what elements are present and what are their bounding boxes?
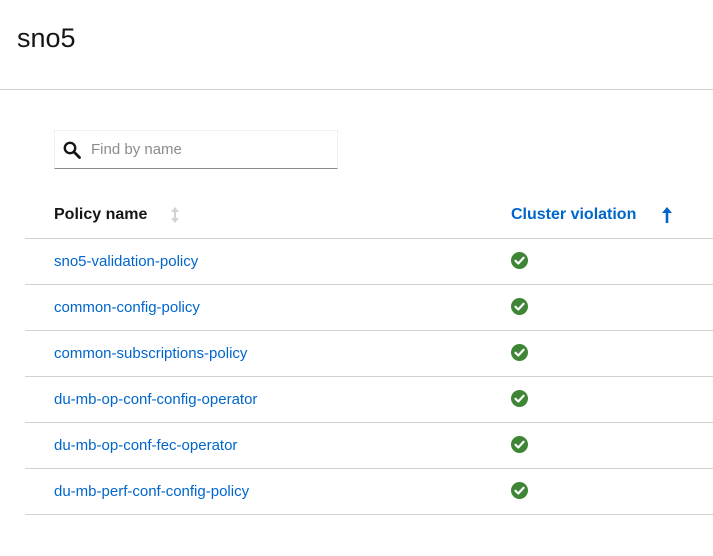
policy-link[interactable]: du-mb-op-conf-fec-operator xyxy=(54,436,237,456)
arrow-up-icon[interactable] xyxy=(661,206,673,224)
search-icon xyxy=(63,141,81,159)
policy-table: Policy name Cluster violation sno5-valid… xyxy=(25,192,713,515)
table-row: common-config-policy xyxy=(25,285,713,331)
page-title: sno5 xyxy=(17,23,76,53)
policy-link[interactable]: common-config-policy xyxy=(54,298,200,318)
column-header-policy-name[interactable]: Policy name xyxy=(54,205,147,225)
check-circle-icon xyxy=(511,252,528,269)
column-header-cluster-violation[interactable]: Cluster violation xyxy=(511,205,636,225)
check-circle-icon xyxy=(511,390,528,407)
table-header: Policy name Cluster violation xyxy=(25,192,713,239)
policy-link[interactable]: du-mb-perf-conf-config-policy xyxy=(54,482,249,502)
check-circle-icon xyxy=(511,436,528,453)
table-row: common-subscriptions-policy xyxy=(25,331,713,377)
policy-link[interactable]: du-mb-op-conf-config-operator xyxy=(54,390,257,410)
page-header: sno5 xyxy=(0,0,713,90)
search-input[interactable] xyxy=(91,131,331,168)
sort-both-icon[interactable] xyxy=(169,206,181,224)
policy-link[interactable]: sno5-validation-policy xyxy=(54,252,198,272)
table-row: du-mb-op-conf-fec-operator xyxy=(25,423,713,469)
policy-link[interactable]: common-subscriptions-policy xyxy=(54,344,247,364)
table-row: sno5-validation-policy xyxy=(25,239,713,285)
table-body: sno5-validation-policy common-config-pol… xyxy=(25,239,713,515)
table-row: du-mb-op-conf-config-operator xyxy=(25,377,713,423)
search-box[interactable] xyxy=(54,130,338,169)
check-circle-icon xyxy=(511,298,528,315)
check-circle-icon xyxy=(511,482,528,499)
table-row: du-mb-perf-conf-config-policy xyxy=(25,469,713,515)
check-circle-icon xyxy=(511,344,528,361)
